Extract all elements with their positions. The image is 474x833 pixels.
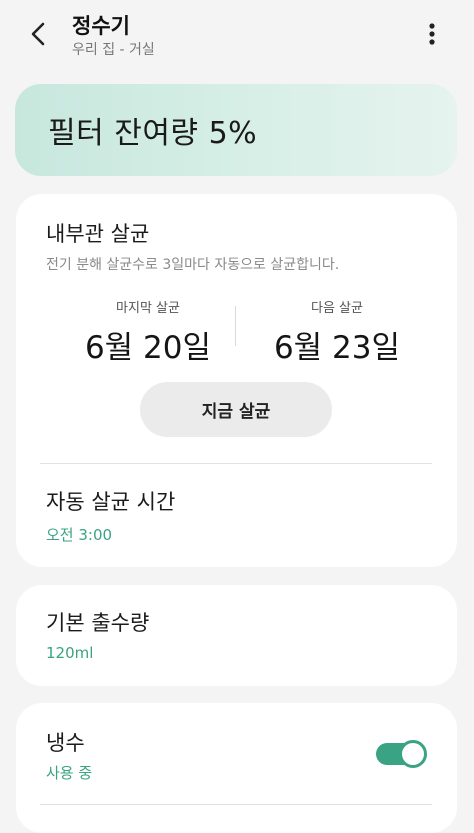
cold-water-toggle[interactable] (376, 739, 427, 768)
dispense-amount-card[interactable]: 기본 출수량 120ml (16, 585, 457, 686)
vertical-divider (235, 306, 236, 346)
dispense-amount-title: 기본 출수량 (46, 611, 150, 635)
divider (40, 804, 432, 805)
divider (40, 463, 432, 464)
cold-water-title: 냉수 (46, 731, 85, 755)
next-sanitize-date: 6월 23일 (273, 330, 401, 366)
auto-sanitize-time-title: 자동 살균 시간 (46, 490, 176, 514)
next-sanitize-block: 다음 살균 6월 23일 (247, 297, 427, 367)
filter-remaining-text: 필터 잔여량 5% (48, 116, 258, 151)
last-sanitize-label: 마지막 살균 (116, 301, 180, 316)
sanitize-description: 전기 분해 살균수로 3일마다 자동으로 살균합니다. (46, 257, 340, 273)
sanitize-now-button[interactable]: 지금 살균 (140, 382, 332, 437)
last-sanitize-date: 6월 20일 (84, 330, 212, 366)
page-subtitle: 우리 집 - 거실 (72, 42, 155, 58)
page-title: 정수기 (72, 14, 130, 38)
last-sanitize-block: 마지막 살균 6월 20일 (58, 297, 238, 367)
more-vertical-icon (429, 23, 435, 45)
sanitize-title: 내부관 살균 (46, 222, 150, 246)
cold-water-status: 사용 중 (46, 764, 93, 782)
app-header: 정수기 우리 집 - 거실 (0, 0, 474, 72)
dispense-amount-value: 120ml (46, 644, 94, 662)
back-button[interactable] (22, 18, 54, 50)
sanitize-card: 내부관 살균 전기 분해 살균수로 3일마다 자동으로 살균합니다. 마지막 살… (16, 194, 457, 567)
more-options-button[interactable] (420, 20, 444, 48)
filter-status-banner[interactable]: 필터 잔여량 5% (15, 84, 457, 176)
cold-water-card[interactable]: 냉수 사용 중 (16, 703, 457, 833)
auto-sanitize-time-value: 오전 3:00 (46, 526, 113, 544)
chevron-left-icon (31, 22, 45, 46)
toggle-thumb (399, 740, 427, 768)
next-sanitize-label: 다음 살균 (311, 301, 363, 316)
